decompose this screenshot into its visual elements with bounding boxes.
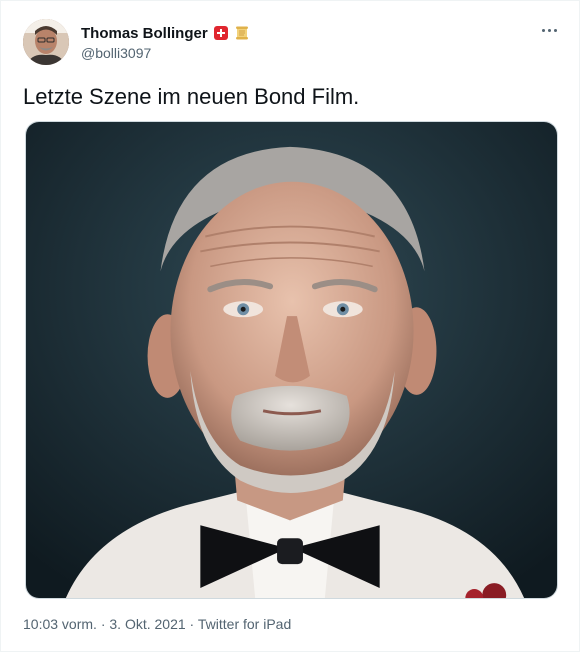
- avatar[interactable]: [23, 19, 69, 65]
- display-name[interactable]: Thomas Bollinger: [81, 25, 208, 42]
- avatar-image: [23, 19, 69, 65]
- meta-separator: ·: [96, 616, 110, 632]
- tweet-media-photo[interactable]: [25, 121, 558, 599]
- author-handle[interactable]: @bolli3097: [81, 45, 250, 61]
- more-dot: [553, 28, 557, 32]
- tweet-text: Letzte Szene im neuen Bond Film.: [23, 84, 360, 109]
- tweet-date[interactable]: 3. Okt. 2021: [109, 616, 185, 632]
- tweet-source[interactable]: Twitter for iPad: [198, 616, 291, 632]
- tweet-card: Thomas Bollinger @bolli3097 Letzte Szene…: [0, 0, 580, 652]
- photo-portrait-image: [26, 122, 557, 598]
- more-dot: [547, 28, 551, 32]
- tweet-time[interactable]: 10:03 vorm.: [23, 616, 97, 632]
- author-names: Thomas Bollinger @bolli3097: [81, 23, 250, 61]
- display-name-row: Thomas Bollinger: [81, 23, 250, 43]
- more-options-icon[interactable]: [537, 21, 561, 39]
- tweet-header: Thomas Bollinger @bolli3097: [23, 19, 563, 69]
- more-dot: [541, 28, 545, 32]
- scroll-icon: [235, 26, 248, 40]
- tweet-meta: 10:03 vorm. · 3. Okt. 2021 · Twitter for…: [23, 616, 291, 632]
- swiss-flag-icon: [213, 26, 228, 40]
- meta-separator: ·: [185, 616, 198, 632]
